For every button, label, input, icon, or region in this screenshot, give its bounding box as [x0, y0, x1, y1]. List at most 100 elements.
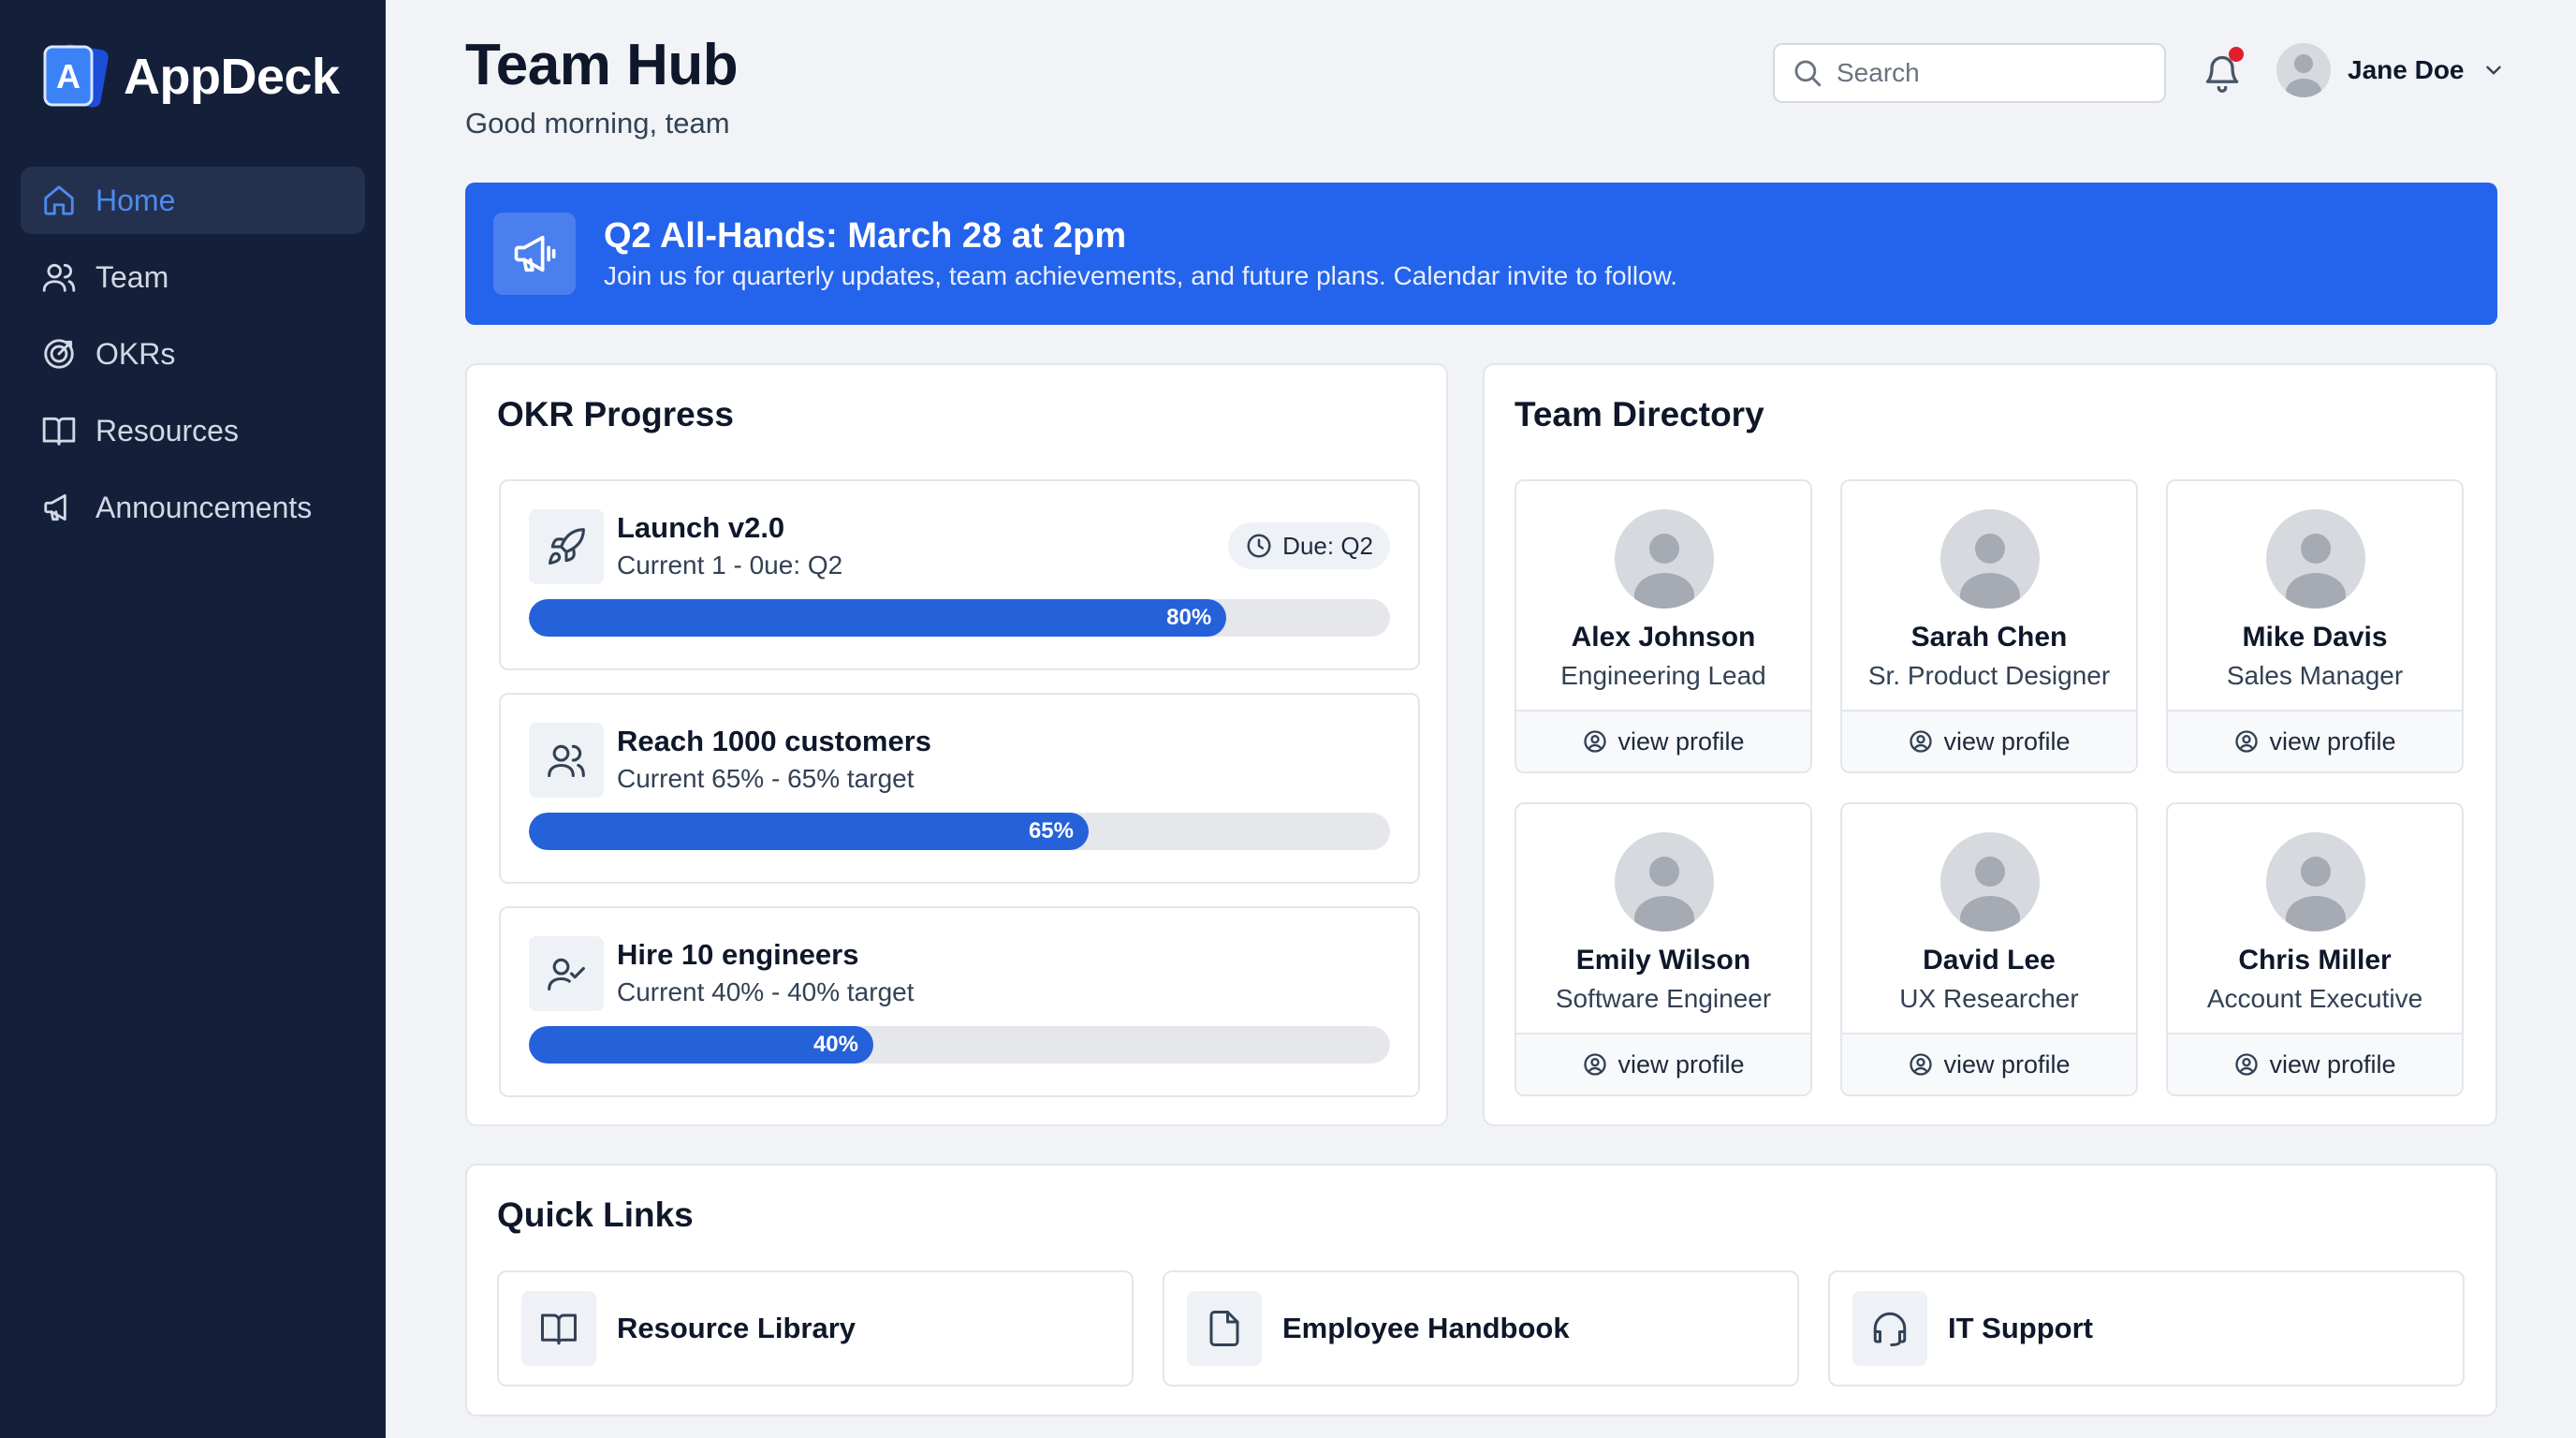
svg-text:A: A: [56, 57, 80, 95]
avatar: [1940, 509, 2040, 609]
okr-item[interactable]: Reach 1000 customers Current 65% - 65% t…: [499, 693, 1420, 884]
view-profile-label: view profile: [2269, 1049, 2396, 1078]
okr-progress-card: OKR Progress Launch v2.0 Current 1 - 0ue…: [465, 363, 1448, 1126]
sidebar-item-resources[interactable]: Resources: [21, 397, 365, 464]
quick-link-label: Employee Handbook: [1282, 1312, 1570, 1344]
okr-percent-label: 40%: [812, 1032, 858, 1057]
brand[interactable]: A AppDeck: [39, 41, 340, 112]
person-card[interactable]: Emily Wilson Software Engineer view prof…: [1515, 802, 1812, 1096]
notification-badge: [2229, 47, 2244, 62]
okr-percent-label: 80%: [1166, 605, 1212, 630]
sidebar-item-label: Resources: [95, 413, 239, 448]
avatar: [1615, 509, 1714, 609]
page-subtitle: Good morning, team: [465, 107, 730, 139]
okr-name: Launch v2.0: [617, 511, 785, 544]
quick-link-icon-box: [1852, 1291, 1927, 1366]
home-icon: [44, 185, 74, 215]
view-profile-label: view profile: [1943, 726, 2071, 756]
okr-progress-fill: 80%: [529, 599, 1227, 637]
book-icon: [541, 1313, 577, 1345]
person-role: Sales Manager: [2226, 661, 2404, 690]
view-profile-link[interactable]: view profile: [1516, 710, 1810, 771]
view-profile-label: view profile: [1617, 726, 1745, 756]
quick-link-label: IT Support: [1948, 1312, 2093, 1344]
person-card[interactable]: Sarah Chen Sr. Product Designer view pro…: [1840, 479, 2138, 773]
megaphone-icon: [514, 235, 556, 272]
okr-item[interactable]: Hire 10 engineers Current 40% - 40% targ…: [499, 906, 1420, 1097]
sidebar: A AppDeck Home Team OKRs Resources Annou…: [0, 0, 386, 1438]
user-circle-icon: [1584, 1053, 1607, 1076]
team-directory-card: Team Directory Alex Johnson Engineering …: [1483, 363, 2497, 1126]
team-directory-title: Team Directory: [1515, 395, 1764, 433]
person-role: Engineering Lead: [1560, 661, 1766, 690]
okr-progress-bar: 80%: [529, 599, 1390, 637]
person-card[interactable]: Alex Johnson Engineering Lead view profi…: [1515, 479, 1812, 773]
quick-link-label: Resource Library: [617, 1312, 856, 1344]
okr-icon-box: [529, 509, 604, 584]
user-circle-icon: [1584, 730, 1607, 753]
rocket-icon: [549, 528, 585, 565]
book-icon: [42, 417, 76, 446]
person-card[interactable]: Chris Miller Account Executive view prof…: [2166, 802, 2464, 1096]
okr-icon-box: [529, 936, 604, 1011]
banner-text: Join us for quarterly updates, team achi…: [604, 261, 1678, 290]
person-card[interactable]: Mike Davis Sales Manager view profile: [2166, 479, 2464, 773]
banner-title: Q2 All-Hands: March 28 at 2pm: [604, 216, 1127, 256]
sidebar-item-okrs[interactable]: OKRs: [21, 320, 365, 388]
view-profile-label: view profile: [1943, 1049, 2071, 1078]
headset-icon: [1873, 1312, 1907, 1346]
person-name: Mike Davis: [2242, 622, 2388, 653]
user-menu[interactable]: Jane Doe: [2276, 43, 2506, 97]
okr-progress-title: OKR Progress: [497, 395, 734, 433]
quick-link-icon-box: [521, 1291, 596, 1366]
view-profile-link[interactable]: view profile: [1842, 1033, 2136, 1094]
view-profile-link[interactable]: view profile: [2168, 710, 2462, 771]
quick-links-card: Quick Links Resource Library Employee Ha…: [465, 1164, 2497, 1416]
announcement-banner[interactable]: Q2 All-Hands: March 28 at 2pm Join us fo…: [465, 183, 2497, 325]
okr-progress-bar: 65%: [529, 813, 1390, 850]
sidebar-item-label: OKRs: [95, 336, 176, 371]
quick-link-it-support[interactable]: IT Support: [1828, 1270, 2465, 1387]
avatar: [2266, 509, 2365, 609]
person-role: Software Engineer: [1555, 984, 1772, 1013]
page-title: Team Hub: [465, 33, 739, 97]
sidebar-item-label: Home: [95, 183, 176, 217]
sidebar-item-team[interactable]: Team: [21, 243, 365, 311]
sidebar-item-label: Announcements: [95, 490, 313, 524]
view-profile-link[interactable]: view profile: [2168, 1033, 2462, 1094]
okr-item[interactable]: Launch v2.0 Current 1 - 0ue: Q2 Due: Q2 …: [499, 479, 1420, 670]
sidebar-nav: Home Team OKRs Resources Announcements: [21, 167, 365, 550]
users-icon: [548, 744, 585, 778]
sidebar-item-announcements[interactable]: Announcements: [21, 474, 365, 541]
view-profile-label: view profile: [1617, 1049, 1745, 1078]
quick-link-icon-box: [1187, 1291, 1262, 1366]
quick-link-employee-handbook[interactable]: Employee Handbook: [1163, 1270, 1799, 1387]
chevron-down-icon: [2485, 66, 2501, 75]
okr-due-badge: Due: Q2: [1228, 522, 1390, 569]
users-icon: [42, 263, 76, 292]
okr-icon-box: [529, 723, 604, 798]
okr-progress-bar: 40%: [529, 1026, 1390, 1064]
person-name: Emily Wilson: [1575, 945, 1751, 976]
user-check-icon: [548, 958, 585, 991]
person-card[interactable]: David Lee UX Researcher view profile: [1840, 802, 2138, 1096]
okr-percent-label: 65%: [1028, 818, 1074, 844]
avatar: [2266, 832, 2365, 932]
person-name: Sarah Chen: [1910, 622, 2068, 653]
okr-meta: Current 40% - 40% target: [617, 977, 915, 1006]
document-icon: [1209, 1311, 1239, 1346]
banner-icon-box: [493, 213, 576, 295]
okr-meta: Current 1 - 0ue: Q2: [617, 550, 843, 580]
view-profile-link[interactable]: view profile: [1842, 710, 2136, 771]
okr-meta: Current 65% - 65% target: [617, 764, 915, 793]
view-profile-link[interactable]: view profile: [1516, 1033, 1810, 1094]
person-name: David Lee: [1923, 945, 2056, 976]
appdeck-logo-icon: A: [39, 41, 110, 112]
okr-name: Reach 1000 customers: [617, 725, 932, 757]
avatar: [2276, 43, 2331, 97]
quick-link-resource-library[interactable]: Resource Library: [497, 1270, 1134, 1387]
search-box[interactable]: [1773, 43, 2166, 103]
search-input[interactable]: [1837, 58, 2145, 88]
sidebar-item-home[interactable]: Home: [21, 167, 365, 234]
target-icon: [44, 339, 74, 369]
